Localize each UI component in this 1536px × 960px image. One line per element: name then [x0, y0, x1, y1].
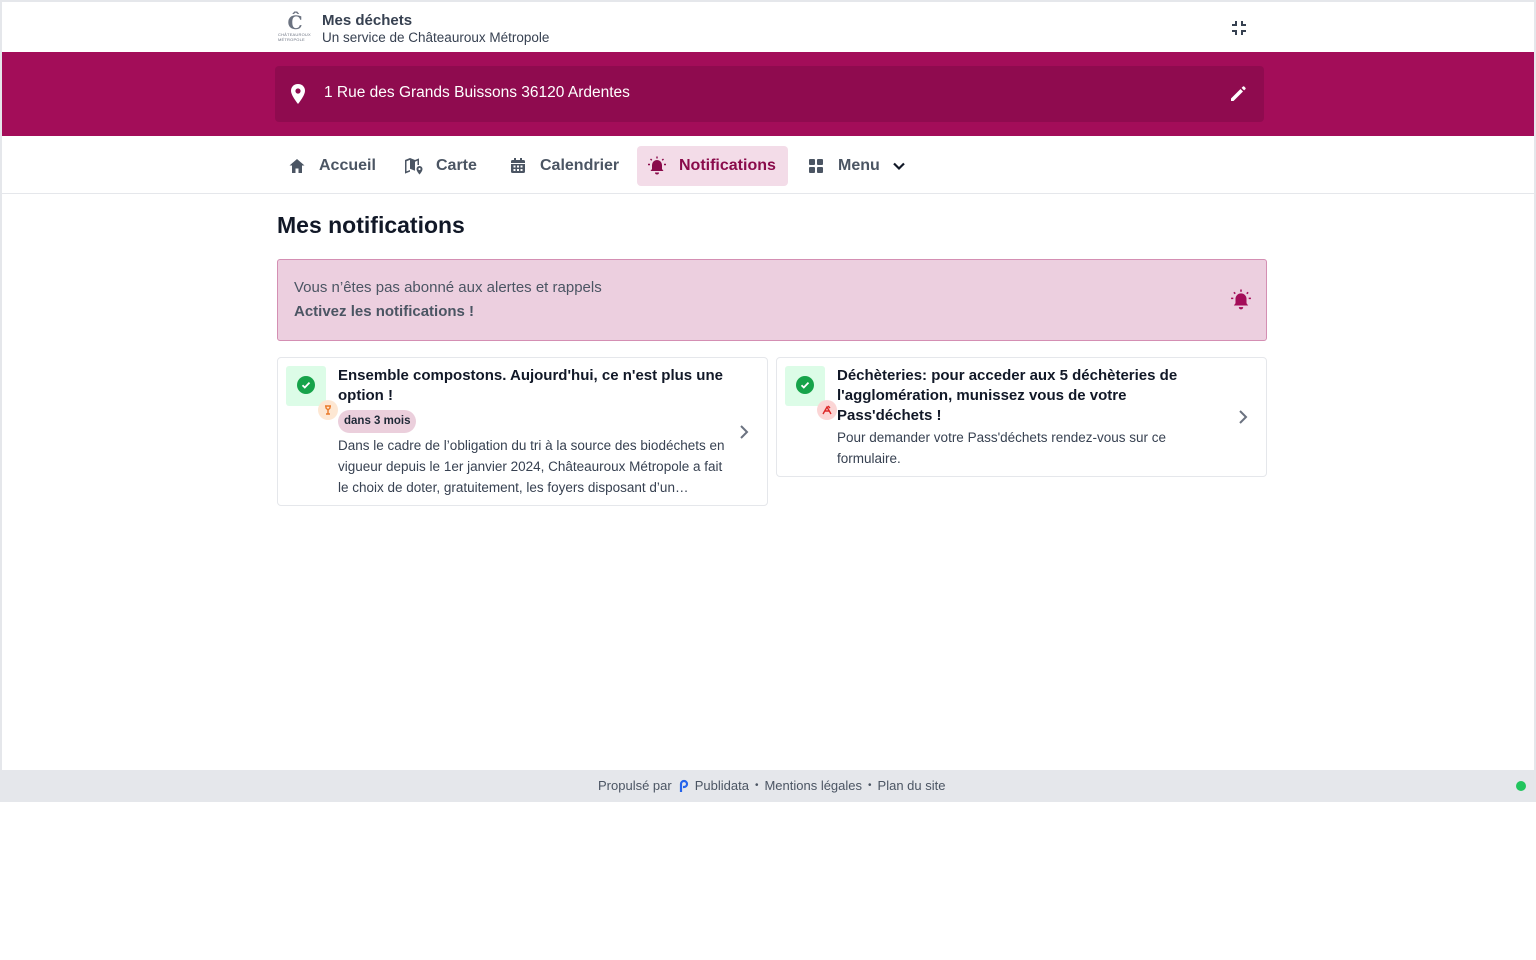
card-title: Déchèteries: pour acceder aux 5 déchèter… [837, 367, 1178, 424]
powered-by-text: Propulsé par [598, 778, 672, 793]
check-icon [796, 376, 814, 394]
date-badge: dans 3 mois [338, 410, 417, 433]
nav-item-calendrier[interactable]: Calendrier [498, 146, 631, 186]
card-status-icon [785, 366, 837, 420]
main-nav: Accueil Carte Calendrier Notifications M… [2, 136, 1534, 194]
status-indicator [1516, 781, 1526, 791]
nav-item-accueil[interactable]: Accueil [277, 146, 388, 186]
chevron-right-icon [740, 425, 749, 439]
card-body: Dans le cadre de l’obligation du tri à l… [338, 438, 725, 495]
logo-mark: Ĉ [287, 12, 303, 34]
logo-text: CHÂTEAUROUX MÉTROPOLE [278, 32, 311, 42]
nav-item-notifications[interactable]: Notifications [637, 146, 788, 186]
activate-notifications-link[interactable]: Activez les notifications ! [294, 303, 474, 320]
nav-item-carte[interactable]: Carte [394, 146, 489, 186]
nav-label-carte: Carte [436, 157, 477, 174]
bell-icon [1231, 289, 1251, 310]
publidata-link[interactable]: Publidata [695, 778, 749, 793]
app-subtitle: Un service de Châteauroux Métropole [322, 30, 550, 45]
map-icon [404, 156, 424, 176]
card-body: Pour demander votre Pass'déchets rendez-… [837, 430, 1166, 466]
notification-card[interactable]: Déchèteries: pour acceder aux 5 déchèter… [776, 357, 1267, 477]
separator: • [868, 780, 872, 791]
bell-icon [647, 156, 667, 176]
legal-link[interactable]: Mentions légales [764, 778, 862, 793]
recycling-center-icon [817, 400, 837, 420]
address-band: 1 Rue des Grands Buissons 36120 Ardentes [2, 52, 1534, 136]
edit-address-button[interactable] [1226, 82, 1250, 106]
home-icon [287, 156, 307, 176]
nav-label-notifications: Notifications [679, 157, 776, 174]
grid-icon [806, 156, 826, 176]
nav-label-accueil: Accueil [319, 157, 376, 174]
address-text: 1 Rue des Grands Buissons 36120 Ardentes [324, 84, 630, 101]
page-title: Mes notifications [277, 212, 465, 238]
card-status-icon [286, 366, 338, 420]
nav-label-menu: Menu [838, 157, 880, 174]
alert-message: Vous n’êtes pas abonné aux alertes et ra… [294, 279, 602, 296]
collapse-button[interactable] [1226, 15, 1252, 41]
card-title: Ensemble compostons. Aujourd'hui, ce n'e… [338, 367, 723, 404]
chateauroux-logo[interactable]: Ĉ CHÂTEAUROUX MÉTROPOLE [278, 11, 312, 45]
app-frame: Ĉ CHÂTEAUROUX MÉTROPOLE Mes déchets Un s… [0, 0, 1536, 802]
check-icon [297, 376, 315, 394]
nav-label-calendrier: Calendrier [540, 157, 620, 174]
notification-subscribe-banner[interactable]: Vous n’êtes pas abonné aux alertes et ra… [277, 259, 1267, 341]
notification-card[interactable]: Ensemble compostons. Aujourd'hui, ce n'e… [277, 357, 768, 506]
nav-item-menu[interactable]: Menu [796, 146, 920, 186]
separator: • [754, 780, 759, 791]
chevron-down-icon [892, 158, 908, 174]
app-footer: Propulsé par Publidata • Mentions légale… [0, 770, 1536, 802]
chevron-right-icon [1239, 410, 1248, 424]
address-selector[interactable]: 1 Rue des Grands Buissons 36120 Ardentes [275, 66, 1264, 122]
footer-links: Propulsé par Publidata • Mentions légale… [598, 778, 945, 793]
publidata-logo-icon [679, 779, 688, 792]
collapse-icon [1232, 21, 1246, 35]
pencil-icon [1231, 86, 1246, 101]
map-pin-icon [291, 84, 305, 104]
sitemap-link[interactable]: Plan du site [878, 778, 946, 793]
app-header: Ĉ CHÂTEAUROUX MÉTROPOLE Mes déchets Un s… [2, 2, 1534, 52]
compost-icon [318, 400, 338, 420]
calendar-icon [508, 156, 528, 176]
app-title: Mes déchets [322, 12, 413, 29]
